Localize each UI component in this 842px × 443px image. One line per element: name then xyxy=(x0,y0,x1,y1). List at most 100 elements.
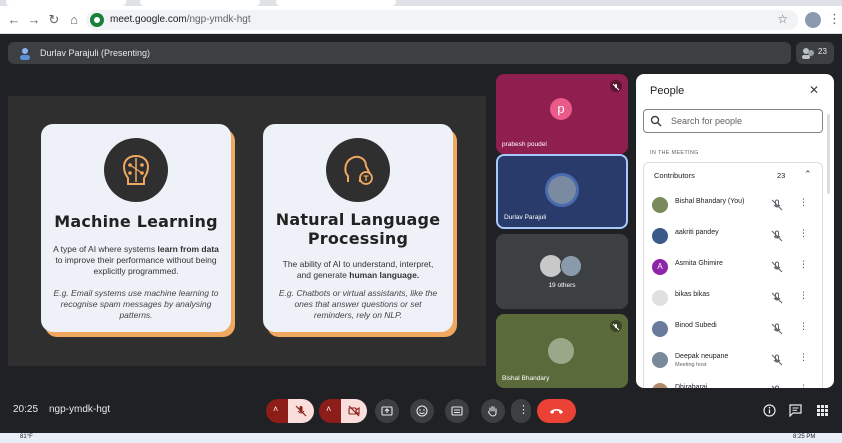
avatar xyxy=(652,197,668,213)
more-vert-icon[interactable]: ⋮ xyxy=(799,352,808,363)
site-info-icon[interactable] xyxy=(90,13,104,27)
browser-chrome: ← → ↻ ⌂ meet.google.com/ngp-ymdk-hgt ☆ ⋮ xyxy=(0,0,842,34)
card-example: E.g. Email systems use machine learning … xyxy=(53,288,219,320)
system-clock: 8:25 PM xyxy=(793,434,816,440)
back-icon[interactable]: ← xyxy=(6,12,22,28)
captions-button[interactable] xyxy=(445,399,469,423)
participant-tile-speaking[interactable]: Durlav Parajuli xyxy=(496,154,628,229)
mic-off-icon xyxy=(771,292,783,304)
raise-hand-button[interactable] xyxy=(481,399,505,423)
mic-off-icon xyxy=(771,323,783,335)
mic-off-icon xyxy=(771,199,783,211)
participant-row[interactable]: aakriti pandey ⋮ xyxy=(646,222,814,250)
others-count: 19 others xyxy=(548,282,576,289)
more-vert-icon[interactable]: ⋮ xyxy=(799,228,808,239)
mic-off-icon xyxy=(295,405,307,417)
slide-card-machine-learning: Machine Learning A type of AI where syst… xyxy=(41,124,231,332)
brain-circuit-icon xyxy=(104,138,168,202)
chevron-up-icon: ˄ xyxy=(273,404,279,414)
mic-off-icon xyxy=(771,261,783,273)
bookmark-star-icon[interactable]: ☆ xyxy=(777,12,788,26)
others-tile[interactable]: 19 others xyxy=(496,234,628,309)
card-example: E.g. Chatbots or virtual assistants, lik… xyxy=(278,288,438,320)
end-call-button[interactable] xyxy=(537,399,576,423)
participant-row[interactable]: Dhirabaraj... ⋮ xyxy=(646,377,814,388)
emoji-icon xyxy=(416,405,428,417)
chat-icon[interactable] xyxy=(789,404,802,417)
browser-menu-icon[interactable]: ⋮ xyxy=(828,11,841,27)
info-icon[interactable] xyxy=(763,404,776,417)
participant-row[interactable]: bikas bikas ⋮ xyxy=(646,284,814,312)
mic-off-icon xyxy=(771,385,779,388)
camera-options-button[interactable]: ˄ xyxy=(319,399,341,423)
emoji-button[interactable] xyxy=(410,399,434,423)
address-bar[interactable]: meet.google.com/ngp-ymdk-hgt ☆ xyxy=(86,10,798,30)
reload-icon[interactable]: ↻ xyxy=(46,12,62,28)
more-vert-icon[interactable]: ⋮ xyxy=(799,321,808,332)
participant-name: Bishal Bhandary (You) xyxy=(675,198,745,205)
section-label: IN THE MEETING xyxy=(650,150,699,156)
weather-text: 81°F xyxy=(20,434,33,440)
avatar xyxy=(652,383,668,388)
mic-toggle-button[interactable] xyxy=(288,399,314,423)
close-icon[interactable]: ✕ xyxy=(809,83,819,97)
mic-off-icon xyxy=(610,320,622,332)
more-vert-icon[interactable]: ⋮ xyxy=(799,290,808,301)
meeting-time: 20:25 xyxy=(13,404,39,415)
profile-avatar[interactable] xyxy=(805,12,821,28)
avatar xyxy=(540,255,562,277)
os-taskbar: 81°F 8:25 PM xyxy=(0,433,842,443)
tile-name: Durlav Parajuli xyxy=(504,214,547,221)
present-button[interactable] xyxy=(375,399,399,423)
tab-strip xyxy=(0,0,842,6)
participant-row[interactable]: Binod Subedi ⋮ xyxy=(646,315,814,343)
participant-name: bikas bikas xyxy=(675,291,710,298)
tab[interactable] xyxy=(140,0,260,6)
avatar xyxy=(548,176,576,204)
more-vert-icon[interactable]: ⋮ xyxy=(799,197,808,208)
participant-name: aakriti pandey xyxy=(675,229,719,236)
search-placeholder: Search for people xyxy=(671,116,743,126)
more-vert-icon[interactable]: ⋮ xyxy=(799,259,808,270)
mic-options-button[interactable]: ˄ xyxy=(266,399,288,423)
avatar: p xyxy=(550,98,572,120)
avatar xyxy=(548,338,574,364)
participants-button[interactable]: 23 xyxy=(796,42,834,64)
presenter-label: Durlav Parajuli (Presenting) xyxy=(40,48,151,58)
more-vert-icon[interactable]: ⋮ xyxy=(799,383,808,388)
mic-off-icon xyxy=(771,230,783,242)
people-panel: People ✕ Search for people IN THE MEETIN… xyxy=(636,74,834,388)
chevron-up-icon: ˄ xyxy=(326,404,332,414)
tab[interactable] xyxy=(6,0,126,6)
avatar: A xyxy=(652,259,668,275)
presenting-banner: Durlav Parajuli (Presenting) xyxy=(8,42,791,64)
tab[interactable] xyxy=(276,0,396,6)
presenter-avatar-icon xyxy=(20,48,30,60)
meeting-code: ngp-ymdk-hgt xyxy=(49,404,111,415)
forward-icon[interactable]: → xyxy=(26,12,42,28)
participant-name: Dhirabaraj... xyxy=(675,384,714,388)
participant-row[interactable]: Deepak neupane Meeting host ⋮ xyxy=(646,346,814,374)
more-vert-icon: ⋮ xyxy=(518,404,529,416)
chevron-up-icon[interactable]: ⌃ xyxy=(804,169,812,180)
group-count: 23 xyxy=(777,171,786,180)
home-icon[interactable]: ⌂ xyxy=(66,12,82,28)
mic-off-icon xyxy=(771,354,783,366)
apps-icon[interactable] xyxy=(816,404,829,417)
participant-tile[interactable]: p prabesh poudel xyxy=(496,74,628,154)
camera-off-icon xyxy=(348,405,360,417)
camera-toggle-button[interactable] xyxy=(341,399,367,423)
avatar xyxy=(652,228,668,244)
more-options-button[interactable]: ⋮ xyxy=(511,399,531,423)
participant-row[interactable]: A Asmita Ghimire ⋮ xyxy=(646,253,814,281)
participant-tile[interactable]: Bishal Bhandary xyxy=(496,314,628,388)
participant-row[interactable]: Bishal Bhandary (You) ⋮ xyxy=(646,191,814,219)
scrollbar[interactable] xyxy=(827,114,830,194)
search-people-input[interactable]: Search for people xyxy=(643,109,823,133)
card-title: Machine Learning xyxy=(54,212,218,231)
presentation-stage: Machine Learning A type of AI where syst… xyxy=(8,96,486,366)
panel-title: People xyxy=(650,85,685,97)
head-speech-icon xyxy=(326,138,390,202)
present-icon xyxy=(381,406,393,416)
participant-name: Deepak neupane xyxy=(675,353,729,360)
